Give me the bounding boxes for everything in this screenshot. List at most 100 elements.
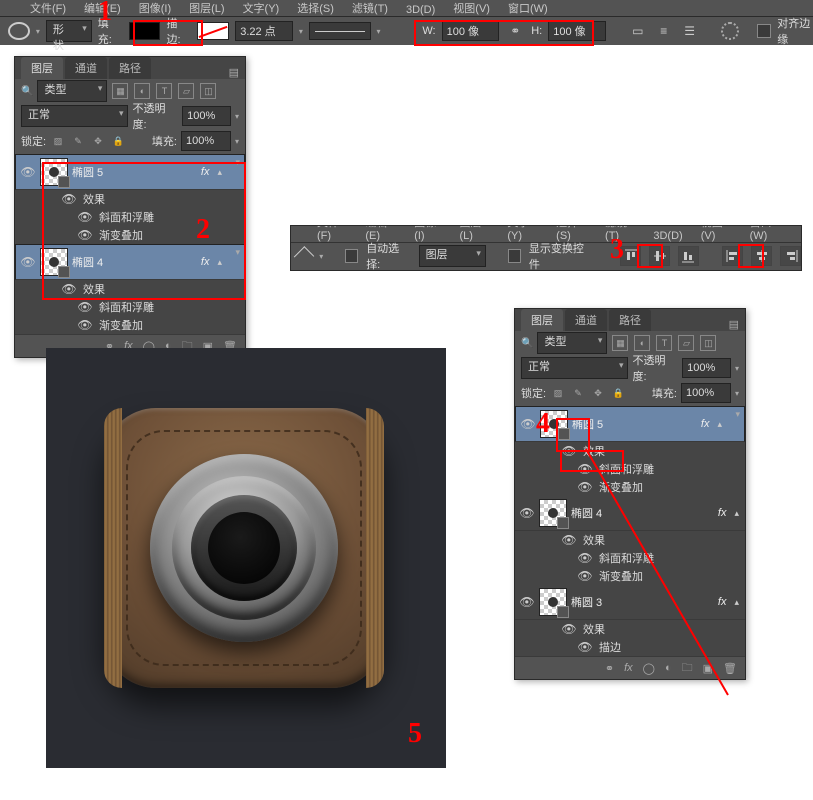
visibility-icon[interactable]: 👁 [77, 228, 93, 242]
fx-indicator[interactable]: fx [718, 507, 727, 519]
tab-paths[interactable]: 路径 [609, 309, 651, 331]
align-hcenter-icon[interactable] [751, 246, 772, 266]
layer-effect[interactable]: 👁渐变叠加 [15, 316, 245, 334]
fx-indicator[interactable]: fx [701, 418, 710, 430]
move-tool-icon[interactable] [294, 246, 315, 267]
lock-transparent-icon[interactable]: ▨ [551, 386, 565, 400]
layer-row[interactable]: 👁椭圆 4fx▴ [15, 244, 245, 280]
filter-adjust-icon[interactable]: ◐ [634, 335, 650, 351]
lock-position-icon[interactable]: ✥ [91, 134, 105, 148]
auto-select-checkbox[interactable] [345, 249, 358, 263]
layer-thumbnail[interactable] [539, 588, 567, 616]
visibility-icon[interactable]: 👁 [561, 444, 577, 458]
layer-thumbnail[interactable] [539, 499, 567, 527]
layer-name[interactable]: 椭圆 5 [572, 416, 697, 432]
visibility-icon[interactable]: 👁 [561, 622, 577, 636]
layer-thumbnail[interactable] [40, 158, 68, 186]
align-left-icon[interactable] [722, 246, 743, 266]
filter-type-select[interactable]: 类型 [37, 80, 107, 102]
tab-channels[interactable]: 通道 [65, 57, 107, 79]
lock-all-icon[interactable]: 🔒 [111, 134, 125, 148]
layer-row[interactable]: 👁椭圆 5fx▴ [15, 154, 245, 190]
visibility-icon[interactable]: 👁 [77, 300, 93, 314]
filter-pixel-icon[interactable]: ▦ [612, 335, 628, 351]
visibility-icon[interactable]: 👁 [577, 462, 593, 476]
tab-paths[interactable]: 路径 [109, 57, 151, 79]
blend-mode-select[interactable]: 正常 [521, 357, 628, 379]
layer-effect[interactable]: 👁斜面和浮雕 [15, 208, 245, 226]
menu-item[interactable]: 编辑(E) [84, 0, 121, 16]
visibility-icon[interactable]: 👁 [77, 318, 93, 332]
align-edges-checkbox[interactable] [757, 24, 771, 38]
menu-item[interactable]: 选择(S) [297, 0, 334, 16]
panel-menu-icon[interactable]: ▤ [229, 66, 239, 79]
show-transform-checkbox[interactable] [508, 249, 521, 263]
menu-item[interactable]: 图层(L) [189, 0, 224, 16]
visibility-icon[interactable]: 👁 [519, 506, 535, 520]
filter-shape-icon[interactable]: ▱ [678, 335, 694, 351]
path-align-icon[interactable]: ≡ [654, 21, 674, 41]
visibility-icon[interactable]: 👁 [520, 417, 536, 431]
layer-effect[interactable]: 👁效果 [515, 531, 745, 549]
tab-layers[interactable]: 图层 [21, 57, 63, 79]
layer-name[interactable]: 椭圆 3 [571, 594, 714, 610]
shape-mode-select[interactable]: 形状 [46, 20, 92, 42]
blend-mode-select[interactable]: 正常 [21, 105, 128, 127]
fx-indicator[interactable]: fx [201, 166, 210, 178]
opacity-field[interactable]: 100% [682, 358, 731, 378]
filter-shape-icon[interactable]: ▱ [178, 83, 194, 99]
layer-thumbnail[interactable] [540, 410, 568, 438]
menu-item[interactable]: 图像(I) [139, 0, 171, 16]
lock-position-icon[interactable]: ✥ [591, 386, 605, 400]
visibility-icon[interactable]: 👁 [77, 210, 93, 224]
layer-effect[interactable]: 👁渐变叠加 [515, 478, 745, 496]
fx-indicator[interactable]: fx [718, 596, 727, 608]
visibility-icon[interactable]: 👁 [577, 569, 593, 583]
menu-item[interactable]: 3D(D) [406, 4, 435, 16]
auto-select-target[interactable]: 图层 [419, 245, 486, 267]
gear-icon[interactable] [721, 22, 739, 40]
layer-effect[interactable]: 👁效果 [515, 620, 745, 638]
filter-smart-icon[interactable]: ◫ [700, 335, 716, 351]
lock-all-icon[interactable]: 🔒 [611, 386, 625, 400]
menu-item[interactable]: 文件(F) [30, 0, 66, 16]
filter-pixel-icon[interactable]: ▦ [112, 83, 128, 99]
layer-row[interactable]: 👁椭圆 3fx▴ [515, 585, 745, 620]
visibility-icon[interactable]: 👁 [577, 480, 593, 494]
layer-name[interactable]: 椭圆 4 [571, 505, 714, 521]
layer-thumbnail[interactable] [40, 248, 68, 276]
tab-channels[interactable]: 通道 [565, 309, 607, 331]
layer-effect[interactable]: 👁斜面和浮雕 [515, 549, 745, 567]
fill-opacity-field[interactable]: 100% [681, 383, 731, 403]
visibility-icon[interactable]: 👁 [61, 282, 77, 296]
lock-pixels-icon[interactable]: ✎ [71, 134, 85, 148]
filter-type-select[interactable]: 类型 [537, 332, 607, 354]
lock-transparent-icon[interactable]: ▨ [51, 134, 65, 148]
stroke-swatch[interactable] [197, 22, 229, 40]
width-field[interactable]: 100 像 [442, 21, 500, 41]
ellipse-tool-icon[interactable] [8, 22, 30, 40]
visibility-icon[interactable]: 👁 [519, 595, 535, 609]
menu-item[interactable]: 窗口(W) [508, 0, 548, 16]
layer-name[interactable]: 椭圆 5 [72, 164, 197, 180]
filter-type-icon[interactable]: T [656, 335, 672, 351]
align-vcenter-icon[interactable] [649, 246, 670, 266]
align-top-icon[interactable] [620, 246, 641, 266]
link-layers-icon[interactable]: ⚭ [605, 662, 614, 675]
align-bottom-icon[interactable] [678, 246, 699, 266]
filter-type-icon[interactable]: T [156, 83, 172, 99]
panel-menu-icon[interactable]: ▤ [729, 318, 739, 331]
delete-layer-icon[interactable]: 🗑 [723, 662, 737, 675]
layer-effect[interactable]: 👁效果 [15, 280, 245, 298]
layer-group-icon[interactable]: 🗀 [682, 659, 693, 678]
visibility-icon[interactable]: 👁 [61, 192, 77, 206]
layer-effect[interactable]: 👁效果 [515, 442, 745, 460]
layer-fx-icon[interactable]: fx [624, 662, 633, 674]
menu-item[interactable]: 滤镜(T) [352, 0, 388, 16]
fill-swatch[interactable] [129, 22, 161, 40]
lock-pixels-icon[interactable]: ✎ [571, 386, 585, 400]
align-right-icon[interactable] [780, 246, 801, 266]
layer-row[interactable]: 👁椭圆 5fx▴ [515, 406, 745, 442]
filter-adjust-icon[interactable]: ◐ [134, 83, 150, 99]
layer-effect[interactable]: 👁斜面和浮雕 [15, 298, 245, 316]
